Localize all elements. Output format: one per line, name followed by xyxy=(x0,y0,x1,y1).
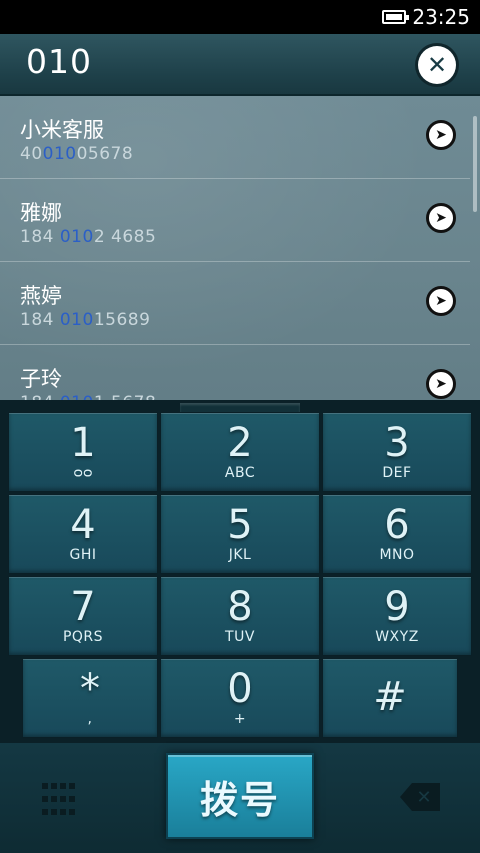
list-item[interactable]: 小米客服 4001005678 ➤ xyxy=(0,96,470,179)
key-5[interactable]: 5 JKL xyxy=(160,494,320,574)
key-star[interactable]: * , xyxy=(22,658,158,738)
key-2[interactable]: 2 ABC xyxy=(160,412,320,492)
keypad-toggle-button[interactable] xyxy=(40,783,76,819)
arrow-right-icon: ➤ xyxy=(435,376,447,392)
contact-name: 子玲 xyxy=(20,367,62,391)
dial-action-bar: 拨号 ✕ xyxy=(0,743,480,853)
contact-results-list[interactable]: 小米客服 4001005678 ➤ 雅娜 184 0102 4685 ➤ 燕婷 … xyxy=(0,96,480,416)
key-1[interactable]: 1 ᴑᴑ xyxy=(8,412,158,492)
key-6[interactable]: 6 MNO xyxy=(322,494,472,574)
arrow-right-icon: ➤ xyxy=(435,210,447,226)
call-contact-button[interactable]: ➤ xyxy=(426,369,456,399)
contact-name: 燕婷 xyxy=(20,284,62,308)
contact-number: 184 01015689 xyxy=(20,310,151,330)
dialpad: 1 ᴑᴑ 2 ABC 3 DEF 4 GHI 5 JKL 6 MNO 7 PQR… xyxy=(0,400,480,853)
matched-digits: 010 xyxy=(42,144,77,164)
contact-number: 4001005678 xyxy=(20,144,134,164)
call-contact-button[interactable]: ➤ xyxy=(426,203,456,233)
voicemail-icon: ᴑᴑ xyxy=(73,465,93,481)
matched-digits: 010 xyxy=(59,310,94,330)
list-item[interactable]: 燕婷 184 01015689 ➤ xyxy=(0,262,470,345)
scrollbar[interactable] xyxy=(473,116,477,212)
status-time: 23:25 xyxy=(412,5,470,29)
call-contact-button[interactable]: ➤ xyxy=(426,286,456,316)
arrow-right-icon: ➤ xyxy=(435,127,447,143)
dialed-number[interactable]: 010 xyxy=(26,42,92,81)
key-9[interactable]: 9 WXYZ xyxy=(322,576,472,656)
key-4[interactable]: 4 GHI xyxy=(8,494,158,574)
list-item[interactable]: 雅娜 184 0102 4685 ➤ xyxy=(0,179,470,262)
contact-name: 小米客服 xyxy=(20,118,104,142)
status-bar: 23:25 xyxy=(0,0,480,34)
key-3[interactable]: 3 DEF xyxy=(322,412,472,492)
battery-full-icon xyxy=(382,10,410,24)
call-contact-button[interactable]: ➤ xyxy=(426,120,456,150)
dial-number-header: 010 ✕ xyxy=(0,34,480,96)
contact-number: 184 0102 4685 xyxy=(20,227,157,247)
clear-button[interactable]: ✕ xyxy=(418,46,456,84)
contact-name: 雅娜 xyxy=(20,201,62,225)
matched-digits: 010 xyxy=(59,227,94,247)
key-7[interactable]: 7 PQRS xyxy=(8,576,158,656)
key-hash[interactable]: # xyxy=(322,658,458,738)
backspace-button[interactable]: ✕ xyxy=(400,783,440,811)
arrow-right-icon: ➤ xyxy=(435,293,447,309)
key-0[interactable]: 0 + xyxy=(160,658,320,738)
key-8[interactable]: 8 TUV xyxy=(160,576,320,656)
backspace-icon: ✕ xyxy=(416,786,432,808)
close-icon: ✕ xyxy=(426,51,448,79)
dial-button[interactable]: 拨号 xyxy=(166,753,314,839)
